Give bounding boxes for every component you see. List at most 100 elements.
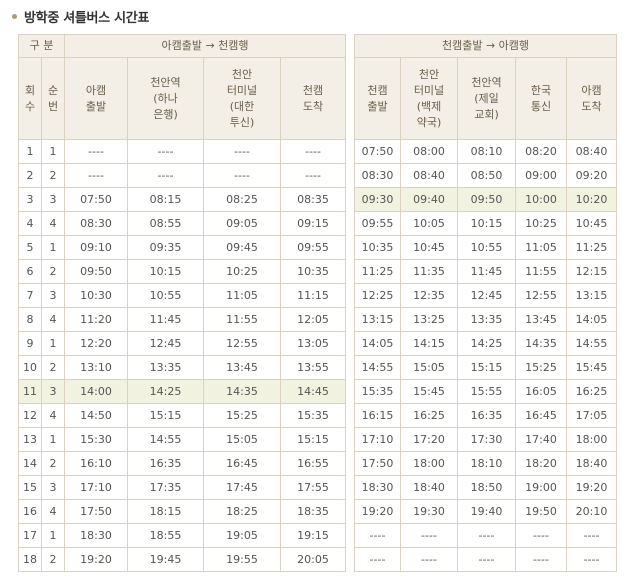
table-row: 17:50 18:00 18:10 18:20 18:40: [354, 451, 618, 476]
table-cell: ----: [354, 523, 401, 548]
table-cell: 2: [41, 451, 65, 476]
table-cell: 10:45: [565, 211, 618, 236]
table-cell: ----: [280, 163, 346, 188]
table-cell: 09:50: [64, 259, 128, 284]
table-cell: ----: [400, 523, 458, 548]
table-cell: 1: [18, 139, 42, 164]
table-cell: 14:25: [127, 379, 204, 404]
table-cell: 15:45: [400, 379, 458, 404]
table-row: 11:25 11:35 11:45 11:55 12:15: [354, 259, 618, 284]
table-cell: 16:35: [457, 403, 516, 428]
stop-header: 아캠 도착: [565, 57, 618, 140]
table-row: 19:20 19:30 19:40 19:50 20:10: [354, 499, 618, 524]
table-cell: 09:55: [280, 235, 346, 260]
bullet-dot-icon: [12, 13, 17, 19]
table-cell: 13:45: [203, 355, 281, 380]
table-cell: 12:45: [127, 331, 204, 356]
table-cell: 15: [18, 475, 42, 500]
table-cell: 3: [41, 283, 65, 308]
table-cell: 16:25: [400, 403, 458, 428]
table-row: 17 1 18:30 18:55 19:05 19:15: [18, 523, 346, 548]
stop-header: 천안 터미널 (백제 약국): [400, 57, 458, 140]
table-cell: 13:10: [64, 355, 128, 380]
table-cell: 2: [41, 163, 65, 188]
table-cell: 13:55: [280, 355, 346, 380]
table-cell: 14:35: [515, 331, 567, 356]
table-row: 7 3 10:30 10:55 11:05 11:15: [18, 283, 346, 308]
table-cell: 08:00: [400, 139, 458, 164]
table-cell: 16:55: [280, 451, 346, 476]
table-cell: 11:45: [457, 259, 516, 284]
table-row: 07:50 08:00 08:10 08:20 08:40: [354, 139, 618, 164]
table-cell: 15:15: [127, 403, 204, 428]
table-row: 1 1 ---- ---- ---- ----: [18, 139, 346, 164]
table-cell: 18:30: [64, 523, 128, 548]
table-row: 3 3 07:50 08:15 08:25 08:35: [18, 187, 346, 212]
table-row: 14:55 15:05 15:15 15:25 15:45: [354, 355, 618, 380]
table-cell: 16:05: [515, 379, 567, 404]
table-cell: 09:15: [280, 211, 346, 236]
table-cell: 14:50: [64, 403, 128, 428]
table-row: 18 2 19:20 19:45 19:55 20:05: [18, 547, 346, 572]
table-row: 11 3 14:00 14:25 14:35 14:45: [18, 379, 346, 404]
table-cell: 09:00: [515, 163, 567, 188]
table-cell: 19:00: [515, 475, 567, 500]
table-cell: 11:55: [515, 259, 567, 284]
table-row: 15 3 17:10 17:35 17:45 17:55: [18, 475, 346, 500]
table-cell: 15:25: [203, 403, 281, 428]
table-cell: 10:20: [565, 187, 618, 212]
table-cell: 10: [18, 355, 42, 380]
table-cell: 15:05: [400, 355, 458, 380]
table-cell: 19:45: [127, 547, 204, 572]
table-cell: ----: [64, 139, 128, 164]
table-cell: 2: [41, 547, 65, 572]
table-cell: 4: [41, 307, 65, 332]
table-cell: 13:05: [280, 331, 346, 356]
table-cell: 14:00: [64, 379, 128, 404]
table-cell: 13:15: [565, 283, 618, 308]
table-cell: 18:10: [457, 451, 516, 476]
table-cell: 12: [18, 403, 42, 428]
table-cell: 19:30: [400, 499, 458, 524]
table-row: 12 4 14:50 15:15 15:25 15:35: [18, 403, 346, 428]
table-cell: ----: [127, 139, 204, 164]
table-row: 12:25 12:35 12:45 12:55 13:15: [354, 283, 618, 308]
table-cell: 2: [41, 355, 65, 380]
table-cell: ----: [515, 523, 567, 548]
table-cell: 09:05: [203, 211, 281, 236]
table-row: ---- ---- ---- ---- ----: [354, 547, 618, 572]
table-cell: 08:40: [565, 139, 618, 164]
col-seq-header: 순번: [41, 57, 65, 140]
table-cell: 10:00: [515, 187, 567, 212]
table-cell: 10:15: [457, 211, 516, 236]
timetable-body: 07:50 08:00 08:10 08:20 08:40 08:30 08:40 08:50…: [354, 139, 618, 572]
table-cell: 16: [18, 499, 42, 524]
table-cell: ----: [457, 523, 516, 548]
table-cell: 07:50: [64, 187, 128, 212]
table-row: 10:35 10:45 10:55 11:05 11:25: [354, 235, 618, 260]
table-cell: 19:20: [354, 499, 401, 524]
table-cell: 19:15: [280, 523, 346, 548]
table-cell: 20:05: [280, 547, 346, 572]
table-cell: 10:45: [400, 235, 458, 260]
table-cell: 16:25: [565, 379, 618, 404]
table-row: 08:30 08:40 08:50 09:00 09:20: [354, 163, 618, 188]
table-cell: ----: [515, 547, 567, 572]
table-cell: 08:50: [457, 163, 516, 188]
table-cell: 08:30: [354, 163, 401, 188]
table-cell: 12:20: [64, 331, 128, 356]
table-cell: 18:00: [565, 427, 618, 452]
table-cell: 14: [18, 451, 42, 476]
table-cell: 1: [41, 235, 65, 260]
table-row: 6 2 09:50 10:15 10:25 10:35: [18, 259, 346, 284]
table-cell: 12:35: [400, 283, 458, 308]
table-cell: 12:25: [354, 283, 401, 308]
table-cell: 08:55: [127, 211, 204, 236]
table-row: 13 1 15:30 14:55 15:05 15:15: [18, 427, 346, 452]
stop-header: 천안역 (하나 은행): [127, 57, 204, 140]
table-cell: 14:05: [354, 331, 401, 356]
table-cell: 13: [18, 427, 42, 452]
table-cell: 11:45: [127, 307, 204, 332]
table-row: 15:35 15:45 15:55 16:05 16:25: [354, 379, 618, 404]
table-cell: 15:35: [354, 379, 401, 404]
